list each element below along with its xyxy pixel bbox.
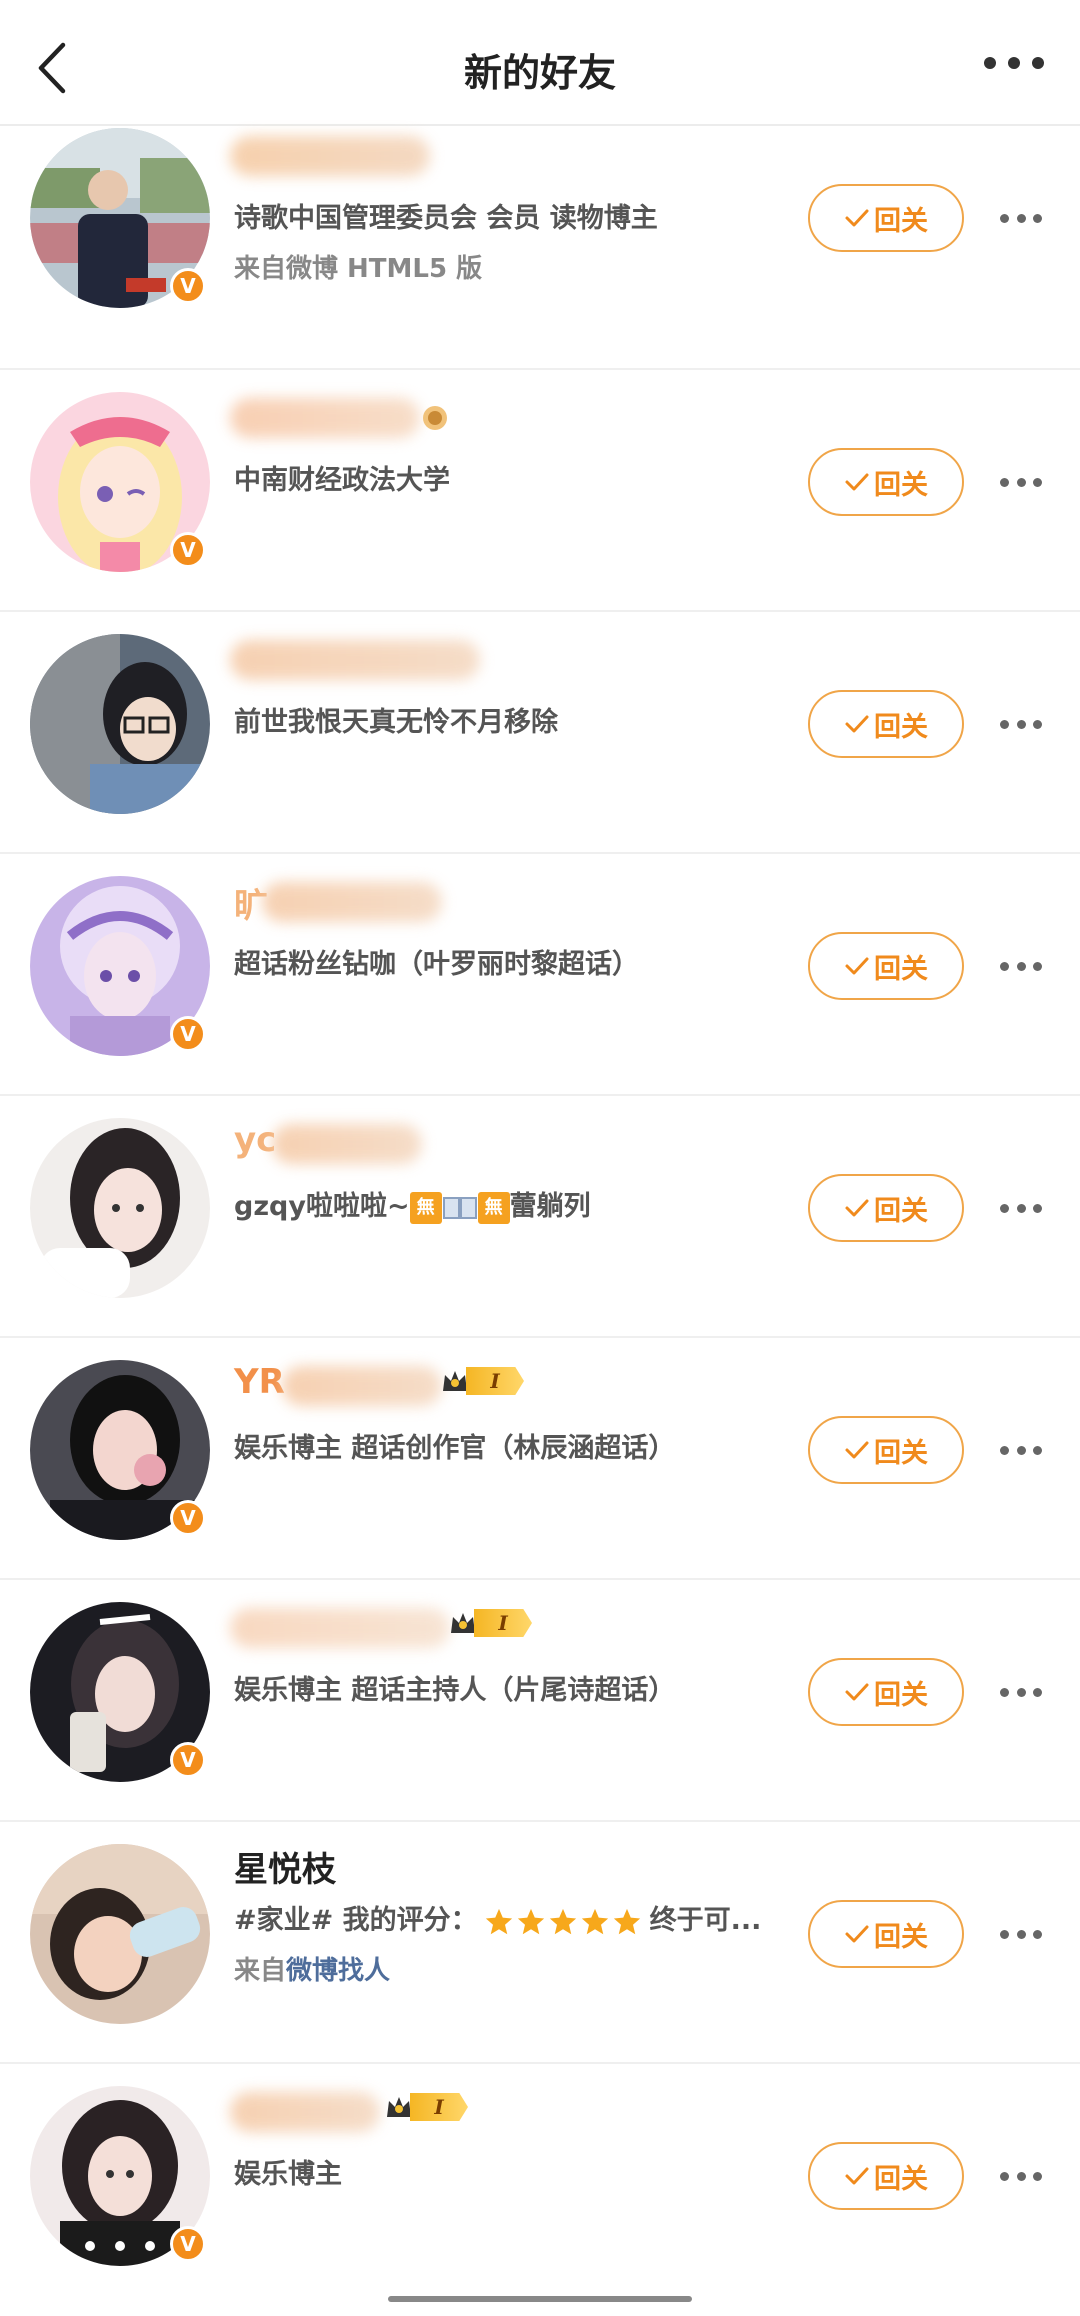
list-item[interactable]: 星悦枝 #家业# 我的评分： 终于可... 来自微博找人 回关 <box>0 1822 1080 2064</box>
user-description: 超话粉丝钻咖（叶罗丽时黎超话） <box>234 949 639 980</box>
user-name-partial: yc <box>234 1120 277 1160</box>
user-description: 诗歌中国管理委员会 会员 读物博主 <box>234 203 658 234</box>
list-item[interactable]: V 中南财经政法大学 回关 <box>0 370 1080 612</box>
page-title: 新的好友 <box>463 51 616 95</box>
user-description: gzqy啦啦啦~ 無無蕾躺列 <box>234 1191 591 1224</box>
check-icon <box>845 1441 869 1459</box>
row-more-button[interactable] <box>1000 1930 1042 1940</box>
blurred-username <box>230 398 420 438</box>
star-icon <box>581 1908 608 1934</box>
blurred-username <box>282 1366 442 1406</box>
row-more-button[interactable] <box>1000 478 1042 488</box>
verified-badge-icon: V <box>170 1016 206 1052</box>
user-source: 来自微博 HTML5 版 <box>234 254 483 284</box>
list-item[interactable]: V YR I 娱乐博主 超话创作官（林辰涵超话） 回关 <box>0 1338 1080 1580</box>
user-description: 娱乐博主 <box>234 2159 342 2190</box>
user-description: 前世我恨天真无怜不月移除 <box>234 707 558 738</box>
check-icon <box>845 1683 869 1701</box>
avatar[interactable] <box>30 1118 210 1298</box>
list-item[interactable]: V I 娱乐博主 回关 <box>0 2064 1080 2306</box>
member-medal-icon: I <box>440 1366 524 1396</box>
avatar[interactable] <box>30 1844 210 2024</box>
star-icon <box>517 1908 544 1934</box>
check-icon <box>845 1199 869 1217</box>
follow-back-button[interactable]: 回关 <box>808 1416 964 1484</box>
check-icon <box>845 957 869 975</box>
check-icon <box>845 209 869 227</box>
check-icon <box>845 473 869 491</box>
user-description: 娱乐博主 超话创作官（林辰涵超话） <box>234 1433 676 1464</box>
top-nav-bar: 新的好友 <box>0 0 1080 126</box>
star-icon <box>485 1908 512 1934</box>
follow-back-button[interactable]: 回关 <box>808 1174 964 1242</box>
rating-stars <box>484 1907 644 1937</box>
check-icon <box>845 2167 869 2185</box>
list-item[interactable]: V 诗歌中国管理委员会 会员 读物博主 来自微博 HTML5 版 回关 <box>0 128 1080 370</box>
follow-back-button[interactable]: 回关 <box>808 448 964 516</box>
follow-back-button[interactable]: 回关 <box>808 184 964 252</box>
member-badge-icon <box>420 402 450 432</box>
blurred-username <box>230 640 480 680</box>
follow-back-button[interactable]: 回关 <box>808 2142 964 2210</box>
more-horizontal-icon <box>984 57 996 69</box>
blurred-username <box>262 882 442 922</box>
chip-icon: 無 <box>477 1191 510 1224</box>
row-more-button[interactable] <box>1000 962 1042 972</box>
follow-back-button[interactable]: 回关 <box>808 690 964 758</box>
row-more-button[interactable] <box>1000 2172 1042 2182</box>
user-name[interactable]: 星悦枝 <box>234 1842 336 1891</box>
home-indicator[interactable] <box>388 2296 692 2302</box>
row-more-button[interactable] <box>1000 720 1042 730</box>
chip-icon: 無 <box>409 1191 442 1224</box>
user-description: 中南财经政法大学 <box>234 465 450 496</box>
user-source: 来自微博找人 <box>234 1956 391 1986</box>
source-link[interactable]: 微博找人 <box>286 1956 390 1986</box>
list-item[interactable]: V I 娱乐博主 超话主持人（片尾诗超话） 回关 <box>0 1580 1080 1822</box>
check-icon <box>845 715 869 733</box>
row-more-button[interactable] <box>1000 1204 1042 1214</box>
user-description: #家业# 我的评分： 终于可... <box>234 1905 762 1937</box>
list-item[interactable]: 前世我恨天真无怜不月移除 回关 <box>0 612 1080 854</box>
star-icon <box>549 1908 576 1934</box>
verified-badge-icon: V <box>170 1500 206 1536</box>
blurred-username <box>230 136 430 176</box>
user-description: 娱乐博主 超话主持人（片尾诗超话） <box>234 1675 676 1706</box>
verified-badge-icon: V <box>170 268 206 304</box>
verified-badge-icon: V <box>170 2226 206 2262</box>
member-medal-icon: I <box>448 1608 532 1638</box>
row-more-button[interactable] <box>1000 214 1042 224</box>
blurred-username <box>272 1124 422 1164</box>
avatar[interactable] <box>30 634 210 814</box>
more-options-button[interactable] <box>984 56 1044 70</box>
star-icon <box>613 1908 640 1934</box>
check-icon <box>845 1925 869 1943</box>
new-friends-list: V 诗歌中国管理委员会 会员 读物博主 来自微博 HTML5 版 回关 V 中南… <box>0 128 1080 2306</box>
member-medal-icon: I <box>384 2092 468 2122</box>
follow-back-button[interactable]: 回关 <box>808 932 964 1000</box>
row-more-button[interactable] <box>1000 1688 1042 1698</box>
follow-back-button[interactable]: 回关 <box>808 1658 964 1726</box>
row-more-button[interactable] <box>1000 1446 1042 1456</box>
verified-badge-icon: V <box>170 532 206 568</box>
list-item[interactable]: V 旷 超话粉丝钻咖（叶罗丽时黎超话） 回关 <box>0 854 1080 1096</box>
blurred-username <box>230 2092 380 2132</box>
book-icon <box>442 1196 477 1219</box>
follow-back-button[interactable]: 回关 <box>808 1900 964 1968</box>
verified-badge-icon: V <box>170 1742 206 1778</box>
blurred-username <box>230 1608 450 1648</box>
user-name-partial: YR <box>234 1362 285 1402</box>
list-item[interactable]: yc gzqy啦啦啦~ 無無蕾躺列 回关 <box>0 1096 1080 1338</box>
